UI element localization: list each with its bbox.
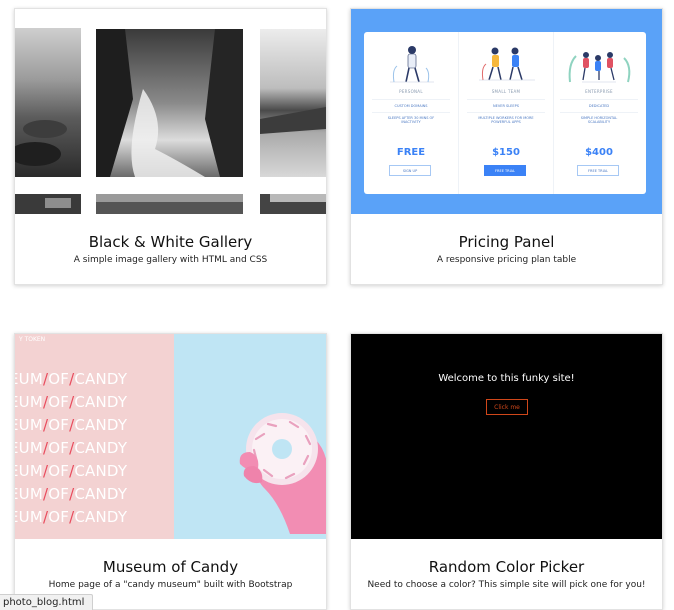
card-body: Black & White Gallery A simple image gal… [15, 214, 326, 284]
free-trial-button: FREE TRIAL [577, 165, 619, 176]
divider [372, 112, 450, 113]
card-title[interactable]: Museum of Candy [15, 539, 326, 577]
divider [467, 99, 545, 100]
card-body: Pricing Panel A responsive pricing plan … [351, 214, 662, 284]
card-description: A responsive pricing plan table [436, 255, 577, 265]
divider [560, 112, 638, 113]
plan-feature: NEVER SLEEPS [493, 104, 519, 108]
card-title[interactable]: Random Color Picker [351, 539, 662, 577]
project-card-bw-gallery[interactable]: Black & White Gallery A simple image gal… [14, 8, 327, 285]
plan-feature: DEDICATED [588, 104, 610, 108]
candy-text-row: EUM/OF/CANDY [15, 370, 128, 388]
pricing-column-personal: PERSONAL CUSTOM DOMAINS SLEEPS AFTER 30 … [364, 32, 458, 194]
divider [467, 112, 545, 113]
plan-name: SMALL TEAM [491, 89, 521, 94]
bw-gallery-preview [15, 9, 326, 214]
person-illustration-icon [390, 46, 434, 83]
pricing-column-enterprise: ENTERPRISE DEDICATED SIMPLE HORIZONTAL S… [552, 32, 646, 194]
link-status-bar: photo_blog.html [0, 594, 94, 610]
project-gallery-page: Black & White Gallery A simple image gal… [0, 0, 674, 610]
click-me-button: Click me [486, 399, 528, 415]
candy-text-row: EUM/OF/CANDY [15, 416, 128, 434]
candy-text-row: EUM/OF/CANDY [15, 439, 128, 457]
card-title[interactable]: Black & White Gallery [15, 214, 326, 252]
candy-text-row: EUM/OF/CANDY [15, 462, 128, 480]
plan-price: FREE [396, 147, 426, 158]
small-heading: Y TOKEN [19, 336, 46, 343]
plan-name: ENTERPRISE [585, 89, 613, 94]
donut-hand-image [239, 413, 326, 534]
project-card-random-color-picker[interactable]: Welcome to this funky site! Click me Ran… [350, 333, 663, 610]
pricing-table: PERSONAL CUSTOM DOMAINS SLEEPS AFTER 30 … [364, 32, 646, 194]
random-color-picker-preview: Welcome to this funky site! Click me [351, 334, 662, 539]
candy-text-row: EUM/OF/CANDY [15, 393, 128, 411]
bw-gallery-preview-image [15, 28, 326, 214]
group-illustration-icon [568, 52, 631, 83]
candy-text-row: EUM/OF/CANDY [15, 485, 128, 503]
card-body: Random Color Picker Need to choose a col… [351, 539, 662, 609]
team-illustration-icon [479, 47, 535, 81]
card-description: Home page of a "candy museum" built with… [48, 580, 293, 590]
plan-feature: SIMPLE HORIZONTAL SCALABILITY [580, 116, 618, 124]
free-trial-button: FREE TRIAL [484, 165, 526, 176]
sign-up-button: SIGN UP [389, 165, 431, 176]
divider [372, 99, 450, 100]
museum-of-candy-preview: Y TOKEN EUM/OF/CANDY EUM/OF/CANDY EUM/OF… [15, 334, 326, 539]
plan-feature: CUSTOM DOMAINS [394, 104, 428, 108]
plan-feature: SLEEPS AFTER 30 MINS OF INACTIVITY [387, 116, 435, 124]
divider [560, 99, 638, 100]
project-card-museum-of-candy[interactable]: Y TOKEN EUM/OF/CANDY EUM/OF/CANDY EUM/OF… [14, 333, 327, 610]
card-title[interactable]: Pricing Panel [351, 214, 662, 252]
pricing-column-small-team: SMALL TEAM NEVER SLEEPS MULTIPLE WORKERS… [458, 32, 554, 194]
welcome-text: Welcome to this funky site! [438, 373, 575, 384]
plan-price: $150 [492, 147, 520, 158]
plan-price: $400 [585, 147, 613, 158]
plan-name: PERSONAL [399, 89, 423, 94]
card-description: A simple image gallery with HTML and CSS [73, 255, 268, 265]
pricing-panel-preview: PERSONAL CUSTOM DOMAINS SLEEPS AFTER 30 … [351, 9, 662, 214]
plan-feature: MULTIPLE WORKERS FOR MORE POWERFUL APPS [478, 116, 534, 124]
card-description: Need to choose a color? This simple site… [367, 580, 646, 590]
candy-text-row: EUM/OF/CANDY [15, 508, 128, 526]
project-card-pricing-panel[interactable]: PERSONAL CUSTOM DOMAINS SLEEPS AFTER 30 … [350, 8, 663, 285]
